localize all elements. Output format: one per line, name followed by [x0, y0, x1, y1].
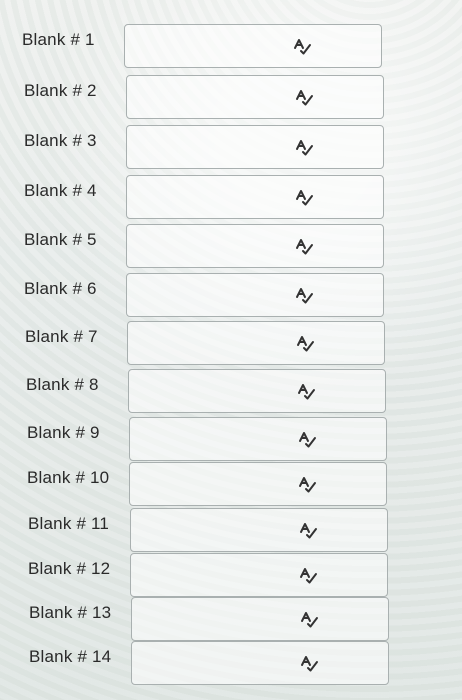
- blank-label: Blank # 7: [25, 327, 98, 346]
- blank-row-3: Blank # 3: [24, 125, 444, 173]
- spellcheck-icon[interactable]: [295, 333, 315, 353]
- spellcheck-icon[interactable]: [294, 137, 314, 157]
- blank-input-11[interactable]: [130, 508, 388, 552]
- blank-row-12: Blank # 12: [28, 553, 448, 601]
- blank-label: Blank # 6: [24, 279, 97, 298]
- blank-row-5: Blank # 5: [24, 224, 444, 272]
- blank-row-14: Blank # 14: [29, 641, 449, 689]
- blank-input-14[interactable]: [131, 641, 389, 685]
- spellcheck-icon[interactable]: [292, 36, 312, 56]
- blank-row-8: Blank # 8: [26, 369, 446, 417]
- blank-label: Blank # 14: [29, 647, 112, 666]
- spellcheck-icon[interactable]: [296, 381, 316, 401]
- blank-row-10: Blank # 10: [27, 462, 447, 510]
- blank-input-13[interactable]: [131, 597, 389, 641]
- blank-input-4[interactable]: [126, 175, 384, 219]
- blank-row-7: Blank # 7: [25, 321, 445, 369]
- blank-label: Blank # 8: [26, 375, 99, 394]
- blank-label: Blank # 2: [24, 81, 97, 100]
- blank-input-7[interactable]: [127, 321, 385, 365]
- blank-label: Blank # 3: [24, 131, 97, 150]
- blank-input-2[interactable]: [126, 75, 384, 119]
- blank-label: Blank # 11: [28, 514, 110, 533]
- blank-label: Blank # 1: [22, 30, 95, 49]
- blank-label: Blank # 5: [24, 230, 97, 249]
- blank-input-12[interactable]: [130, 553, 388, 597]
- blank-row-13: Blank # 13: [29, 597, 449, 645]
- spellcheck-icon[interactable]: [294, 236, 314, 256]
- spellcheck-icon[interactable]: [294, 87, 314, 107]
- blank-row-11: Blank # 11: [28, 508, 448, 556]
- blank-label: Blank # 9: [27, 423, 100, 442]
- blank-row-9: Blank # 9: [27, 417, 447, 465]
- blank-input-3[interactable]: [126, 125, 384, 169]
- blank-row-4: Blank # 4: [24, 175, 444, 223]
- blank-row-2: Blank # 2: [24, 75, 444, 123]
- spellcheck-icon[interactable]: [297, 429, 317, 449]
- blank-input-5[interactable]: [126, 224, 384, 268]
- spellcheck-icon[interactable]: [299, 653, 319, 673]
- spellcheck-icon[interactable]: [299, 609, 319, 629]
- blank-row-1: Blank # 1: [22, 24, 442, 72]
- spellcheck-icon[interactable]: [297, 474, 317, 494]
- blank-label: Blank # 13: [29, 603, 112, 622]
- spellcheck-icon[interactable]: [294, 285, 314, 305]
- spellcheck-icon[interactable]: [294, 187, 314, 207]
- blank-input-10[interactable]: [129, 462, 387, 506]
- blank-input-8[interactable]: [128, 369, 386, 413]
- blank-input-1[interactable]: [124, 24, 382, 68]
- blank-input-9[interactable]: [129, 417, 387, 461]
- blank-label: Blank # 10: [27, 468, 110, 487]
- blank-label: Blank # 4: [24, 181, 97, 200]
- spellcheck-icon[interactable]: [298, 520, 318, 540]
- spellcheck-icon[interactable]: [298, 565, 318, 585]
- blank-row-6: Blank # 6: [24, 273, 444, 321]
- blank-label: Blank # 12: [28, 559, 111, 578]
- blank-input-6[interactable]: [126, 273, 384, 317]
